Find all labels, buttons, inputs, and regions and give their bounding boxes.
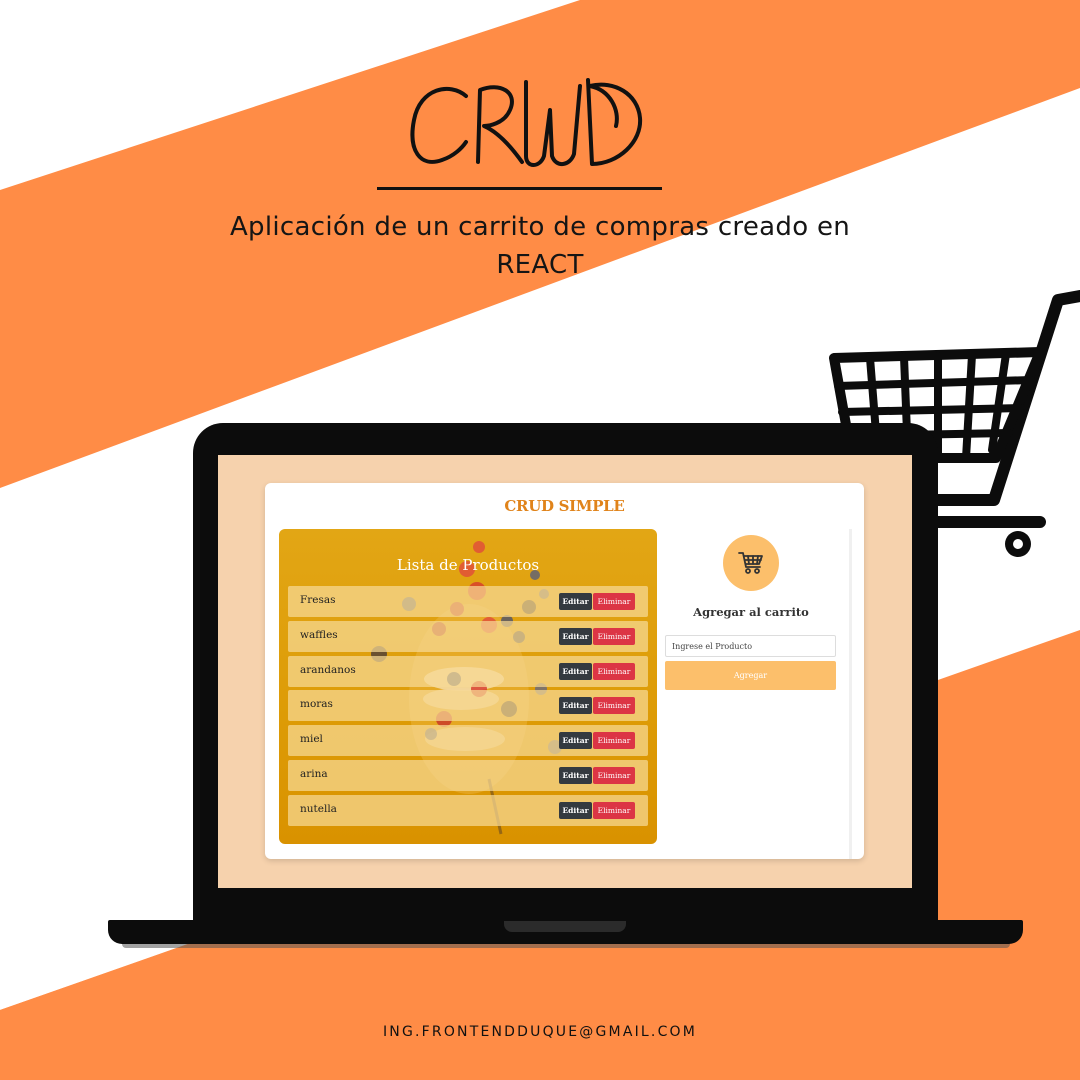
product-name: arandanos <box>300 663 356 676</box>
edit-button[interactable]: Editar <box>559 593 592 610</box>
list-item: waffles Editar Eliminar <box>288 620 648 652</box>
delete-button[interactable]: Eliminar <box>593 593 635 610</box>
app-title: CRUD SIMPLE <box>504 497 625 515</box>
product-name: miel <box>300 733 323 746</box>
delete-button[interactable]: Eliminar <box>593 662 635 680</box>
edit-button[interactable]: Editar <box>559 662 592 680</box>
product-name: nutella <box>300 802 337 815</box>
product-input[interactable] <box>665 635 836 657</box>
list-item: nutella Editar Eliminar <box>288 794 648 826</box>
list-item: moras Editar Eliminar <box>288 690 648 722</box>
product-name: moras <box>300 698 333 711</box>
poster-subtitle: Aplicación de un carrito de compras crea… <box>160 208 920 284</box>
delete-button[interactable]: Eliminar <box>593 801 635 819</box>
list-item: miel Editar Eliminar <box>288 725 648 757</box>
delete-button[interactable]: Eliminar <box>593 732 635 750</box>
contact-email: ING.FRONTENDDUQUE@GMAIL.COM <box>382 1024 698 1040</box>
laptop-shadow <box>122 944 1010 948</box>
product-name: waffles <box>300 628 338 641</box>
delete-button[interactable]: Eliminar <box>593 627 635 645</box>
edit-button[interactable]: Editar <box>559 732 592 750</box>
list-item: Fresas Editar Eliminar <box>288 586 648 617</box>
subtitle-line-1: Aplicación de un carrito de compras crea… <box>229 212 851 242</box>
edit-button[interactable]: Editar <box>559 766 592 784</box>
list-item: arina Editar Eliminar <box>288 759 648 791</box>
product-name: Fresas <box>300 594 336 606</box>
list-title: Lista de Productos <box>396 556 540 574</box>
list-item: arandanos Editar Eliminar <box>288 655 648 687</box>
laptop-display: CRUD SIMPLE Lista de Productos Fresas Ed… <box>218 455 912 888</box>
product-list-panel: Lista de Productos Fresas Editar Elimina… <box>279 529 657 844</box>
product-name: arina <box>300 767 328 780</box>
add-button[interactable]: Agregar <box>665 661 836 690</box>
title-divider <box>377 187 662 190</box>
edit-button[interactable]: Editar <box>559 627 592 645</box>
product-list: Fresas Editar Eliminar waffles Editar El… <box>288 586 648 830</box>
cart-icon <box>738 552 763 574</box>
add-to-cart-title: Agregar al carrito <box>693 605 809 619</box>
delete-button[interactable]: Eliminar <box>593 766 635 784</box>
crud-script-title <box>410 78 643 167</box>
edit-button[interactable]: Editar <box>559 697 592 715</box>
cart-badge <box>723 535 779 591</box>
laptop-trackpad-notch <box>504 921 626 932</box>
add-to-cart-panel: Agregar al carrito Agregar <box>665 529 852 859</box>
app-card: CRUD SIMPLE Lista de Productos Fresas Ed… <box>265 483 864 859</box>
edit-button[interactable]: Editar <box>559 801 592 819</box>
subtitle-line-2: REACT <box>496 250 584 280</box>
delete-button[interactable]: Eliminar <box>593 697 635 715</box>
